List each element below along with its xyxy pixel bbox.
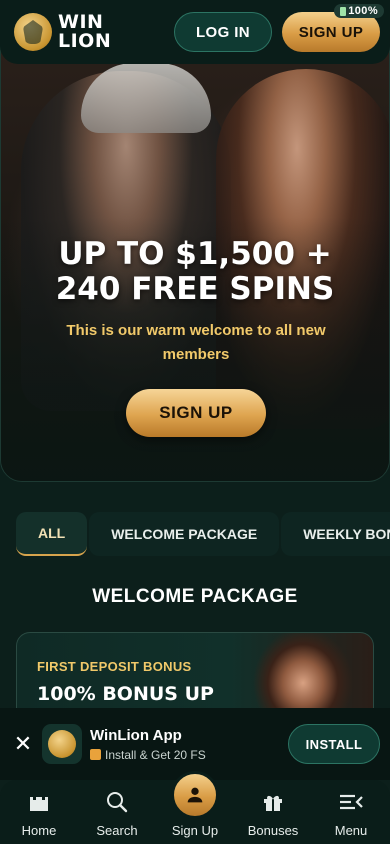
winlion-logo[interactable]: WIN LION xyxy=(14,13,111,51)
bonus-tabs: ALL WELCOME PACKAGE WEEKLY BONUS xyxy=(16,512,390,556)
header-actions: LOG IN SIGN UP 100% xyxy=(174,4,384,52)
nav-search[interactable]: Search xyxy=(82,789,152,838)
gift-icon xyxy=(90,749,101,760)
castle-icon xyxy=(26,789,52,815)
bottom-nav: Home Search Sign Up Bonuses Menu xyxy=(0,771,390,844)
nav-signup[interactable]: Sign Up xyxy=(160,771,230,838)
app-icon xyxy=(42,724,82,764)
promo-label: FIRST DEPOSIT BONUS xyxy=(37,659,192,674)
hero-subtitle: This is our warm welcome to all new memb… xyxy=(66,322,326,363)
hero-signup-button[interactable]: SIGN UP xyxy=(126,389,266,437)
tab-weekly-bonus[interactable]: WEEKLY BONUS xyxy=(281,512,390,556)
app-name: WinLion App xyxy=(90,726,182,744)
menu-icon xyxy=(338,789,364,815)
hero-title-line1: UP TO $1,500 + xyxy=(58,236,332,272)
tab-all[interactable]: ALL xyxy=(16,512,88,556)
nav-signup-label: Sign Up xyxy=(171,823,219,838)
hero-banner: UP TO $1,500 + 240 FREE SPINS This is ou… xyxy=(0,40,390,482)
top-header: WIN LION LOG IN SIGN UP 100% xyxy=(0,0,390,64)
nav-home-label: Home xyxy=(21,823,57,838)
app-desc: Install & Get 20 FS xyxy=(90,748,206,762)
signup-button[interactable]: SIGN UP 100% xyxy=(282,4,384,52)
login-button[interactable]: LOG IN xyxy=(174,12,272,52)
nav-bonuses-label: Bonuses xyxy=(247,823,299,838)
app-desc-text: Install & Get 20 FS xyxy=(105,747,206,762)
nav-menu[interactable]: Menu xyxy=(316,789,386,838)
nav-bonuses[interactable]: Bonuses xyxy=(238,789,308,838)
logo-text-line2: LION xyxy=(58,30,112,52)
app-info: WinLion App Install & Get 20 FS xyxy=(90,727,206,762)
section-title: WELCOME PACKAGE xyxy=(92,586,298,607)
hero-title-line2: 240 FREE SPINS xyxy=(55,271,335,307)
close-icon[interactable]: ✕ xyxy=(10,731,36,757)
nav-search-label: Search xyxy=(96,823,138,838)
tab-welcome-package[interactable]: WELCOME PACKAGE xyxy=(89,512,280,556)
logo-text: WIN LION xyxy=(58,13,111,51)
gift-icon xyxy=(260,789,286,815)
user-icon xyxy=(171,771,219,819)
battery-level: 100% xyxy=(348,5,378,17)
lion-logo-icon xyxy=(14,13,52,51)
search-icon xyxy=(104,789,130,815)
nav-home[interactable]: Home xyxy=(4,789,74,838)
battery-icon xyxy=(340,6,347,16)
signup-button-label: SIGN UP xyxy=(298,23,364,41)
install-button[interactable]: INSTALL xyxy=(288,724,380,764)
battery-indicator: 100% xyxy=(334,4,384,18)
lion-app-icon xyxy=(48,730,76,758)
hero-title: UP TO $1,500 + 240 FREE SPINS xyxy=(1,237,389,307)
nav-menu-label: Menu xyxy=(334,823,368,838)
app-install-banner: ✕ WinLion App Install & Get 20 FS INSTAL… xyxy=(0,708,390,780)
